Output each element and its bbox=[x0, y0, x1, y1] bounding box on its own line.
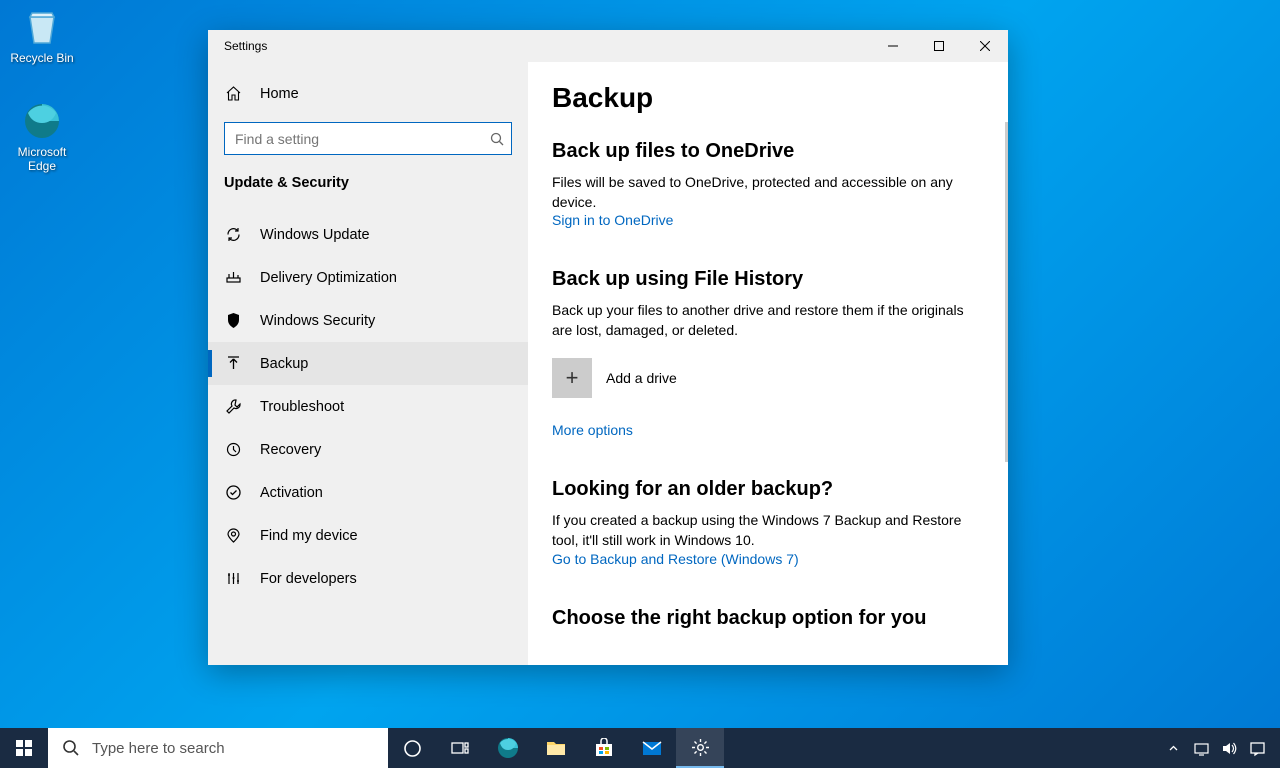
settings-window: Settings Home Update & Security Windows … bbox=[208, 30, 1008, 665]
more-options-link[interactable]: More options bbox=[552, 422, 633, 438]
minimize-button[interactable] bbox=[870, 30, 916, 62]
taskbar-mail[interactable] bbox=[628, 728, 676, 768]
nav-label: Troubleshoot bbox=[260, 399, 344, 415]
home-button[interactable]: Home bbox=[208, 75, 528, 112]
nav-for-developers[interactable]: For developers bbox=[208, 557, 528, 600]
nav-troubleshoot[interactable]: Troubleshoot bbox=[208, 385, 528, 428]
developers-icon bbox=[224, 570, 242, 587]
taskbar-search-placeholder: Type here to search bbox=[92, 740, 225, 757]
taskbar-explorer[interactable] bbox=[532, 728, 580, 768]
backup-icon bbox=[224, 355, 242, 372]
nav-label: Recovery bbox=[260, 442, 321, 458]
nav-label: Delivery Optimization bbox=[260, 270, 397, 286]
section-older-backup: Looking for an older backup? If you crea… bbox=[552, 478, 984, 568]
window-title: Settings bbox=[208, 39, 870, 53]
content-pane: Backup Back up files to OneDrive Files w… bbox=[528, 62, 1008, 665]
recycle-bin-icon bbox=[21, 6, 63, 48]
section-desc: Files will be saved to OneDrive, protect… bbox=[552, 173, 984, 212]
section-heading: Back up using File History bbox=[552, 268, 984, 291]
nav-label: Activation bbox=[260, 485, 323, 501]
task-view-button[interactable] bbox=[436, 728, 484, 768]
recovery-icon bbox=[224, 441, 242, 458]
close-button[interactable] bbox=[962, 30, 1008, 62]
backup-restore-link[interactable]: Go to Backup and Restore (Windows 7) bbox=[552, 551, 799, 567]
sidebar: Home Update & Security Windows Update De… bbox=[208, 62, 528, 665]
edge-icon bbox=[21, 100, 63, 142]
sidebar-category: Update & Security bbox=[208, 175, 528, 213]
sync-icon bbox=[224, 226, 242, 243]
add-drive-label: Add a drive bbox=[606, 370, 677, 386]
home-icon bbox=[224, 85, 242, 102]
section-desc: Back up your files to another drive and … bbox=[552, 301, 984, 340]
nav-find-my-device[interactable]: Find my device bbox=[208, 514, 528, 557]
location-icon bbox=[224, 527, 242, 544]
home-label: Home bbox=[260, 86, 299, 102]
section-heading: Choose the right backup option for you bbox=[552, 607, 984, 630]
cortana-button[interactable] bbox=[388, 728, 436, 768]
nav-recovery[interactable]: Recovery bbox=[208, 428, 528, 471]
nav-label: For developers bbox=[260, 571, 357, 587]
start-button[interactable] bbox=[0, 728, 48, 768]
nav-label: Windows Update bbox=[260, 227, 370, 243]
maximize-button[interactable] bbox=[916, 30, 962, 62]
nav-activation[interactable]: Activation bbox=[208, 471, 528, 514]
tray-chevron-icon[interactable] bbox=[1162, 728, 1184, 768]
section-desc: If you created a backup using the Window… bbox=[552, 511, 984, 550]
tray-volume-icon[interactable] bbox=[1218, 728, 1240, 768]
search-input[interactable] bbox=[224, 122, 512, 155]
section-heading: Looking for an older backup? bbox=[552, 478, 984, 501]
taskbar-search[interactable]: Type here to search bbox=[48, 728, 388, 768]
taskbar-store[interactable] bbox=[580, 728, 628, 768]
nav-label: Find my device bbox=[260, 528, 358, 544]
wrench-icon bbox=[224, 398, 242, 415]
tray-action-center-icon[interactable] bbox=[1246, 728, 1268, 768]
nav-windows-security[interactable]: Windows Security bbox=[208, 299, 528, 342]
nav-label: Windows Security bbox=[260, 313, 375, 329]
search-field[interactable] bbox=[224, 122, 512, 155]
system-tray bbox=[1162, 728, 1280, 768]
nav-delivery-optimization[interactable]: Delivery Optimization bbox=[208, 256, 528, 299]
page-title: Backup bbox=[552, 82, 984, 114]
search-icon bbox=[490, 132, 504, 146]
delivery-icon bbox=[224, 269, 242, 286]
section-file-history: Back up using File History Back up your … bbox=[552, 268, 984, 440]
nav-list: Windows Update Delivery Optimization Win… bbox=[208, 213, 528, 600]
shield-icon bbox=[224, 312, 242, 329]
sign-in-onedrive-link[interactable]: Sign in to OneDrive bbox=[552, 212, 673, 228]
scrollbar[interactable] bbox=[1005, 122, 1008, 462]
section-heading: Back up files to OneDrive bbox=[552, 140, 984, 163]
desktop-icon-label: Microsoft Edge bbox=[4, 145, 80, 174]
add-drive-button[interactable]: + Add a drive bbox=[552, 358, 984, 398]
section-choose: Choose the right backup option for you bbox=[552, 607, 984, 630]
taskbar-edge[interactable] bbox=[484, 728, 532, 768]
desktop-icon-label: Recycle Bin bbox=[4, 51, 80, 65]
desktop-icon-edge[interactable]: Microsoft Edge bbox=[4, 100, 80, 174]
titlebar[interactable]: Settings bbox=[208, 30, 1008, 62]
section-onedrive: Back up files to OneDrive Files will be … bbox=[552, 140, 984, 230]
search-icon bbox=[62, 739, 80, 757]
desktop-icon-recycle-bin[interactable]: Recycle Bin bbox=[4, 6, 80, 65]
tray-network-icon[interactable] bbox=[1190, 728, 1212, 768]
plus-icon: + bbox=[552, 358, 592, 398]
nav-label: Backup bbox=[260, 356, 308, 372]
taskbar: Type here to search bbox=[0, 728, 1280, 768]
taskbar-settings[interactable] bbox=[676, 728, 724, 768]
nav-windows-update[interactable]: Windows Update bbox=[208, 213, 528, 256]
check-icon bbox=[224, 484, 242, 501]
nav-backup[interactable]: Backup bbox=[208, 342, 528, 385]
